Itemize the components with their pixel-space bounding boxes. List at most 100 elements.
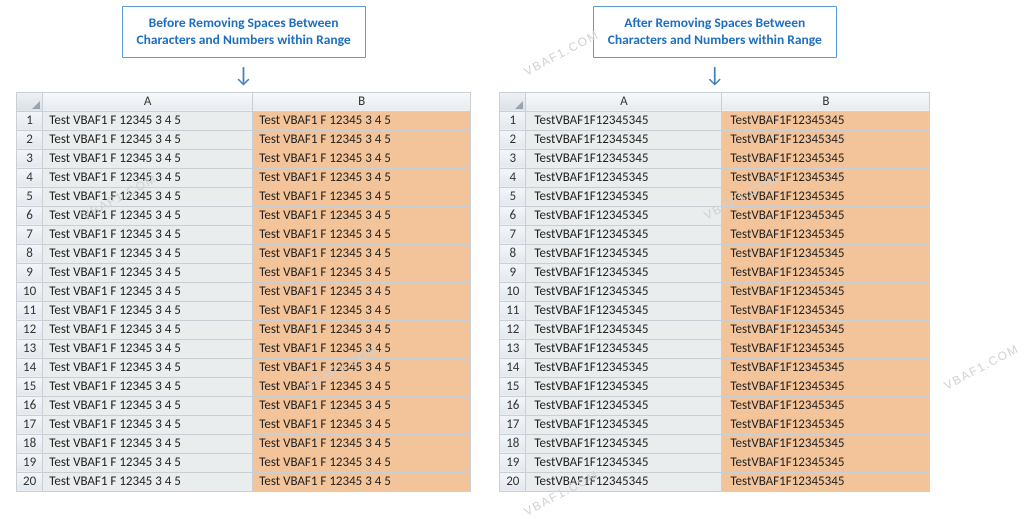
row-header[interactable]: 19 [500, 453, 526, 472]
row-header[interactable]: 15 [17, 377, 43, 396]
before-col-a-header[interactable]: A [43, 92, 253, 111]
right-cell-a[interactable]: TestVBAF1F12345345 [526, 358, 722, 377]
left-cell-b[interactable]: Test VBAF1 F 12345 3 4 5 [253, 472, 471, 491]
right-cell-b[interactable]: TestVBAF1F12345345 [722, 111, 930, 130]
left-cell-a[interactable]: Test VBAF1 F 12345 3 4 5 [43, 396, 253, 415]
select-all-corner[interactable] [500, 92, 526, 111]
left-cell-b[interactable]: Test VBAF1 F 12345 3 4 5 [253, 415, 471, 434]
row-header[interactable]: 10 [17, 282, 43, 301]
row-header[interactable]: 12 [17, 320, 43, 339]
row-header[interactable]: 5 [500, 187, 526, 206]
row-header[interactable]: 2 [500, 130, 526, 149]
left-cell-a[interactable]: Test VBAF1 F 12345 3 4 5 [43, 282, 253, 301]
left-cell-a[interactable]: Test VBAF1 F 12345 3 4 5 [43, 339, 253, 358]
row-header[interactable]: 20 [500, 472, 526, 491]
row-header[interactable]: 18 [17, 434, 43, 453]
row-header[interactable]: 11 [17, 301, 43, 320]
right-cell-a[interactable]: TestVBAF1F12345345 [526, 434, 722, 453]
left-cell-b[interactable]: Test VBAF1 F 12345 3 4 5 [253, 301, 471, 320]
left-cell-b[interactable]: Test VBAF1 F 12345 3 4 5 [253, 168, 471, 187]
left-cell-b[interactable]: Test VBAF1 F 12345 3 4 5 [253, 339, 471, 358]
row-header[interactable]: 17 [17, 415, 43, 434]
left-cell-b[interactable]: Test VBAF1 F 12345 3 4 5 [253, 434, 471, 453]
left-cell-b[interactable]: Test VBAF1 F 12345 3 4 5 [253, 377, 471, 396]
left-cell-b[interactable]: Test VBAF1 F 12345 3 4 5 [253, 187, 471, 206]
row-header[interactable]: 14 [500, 358, 526, 377]
before-col-b-header[interactable]: B [253, 92, 471, 111]
row-header[interactable]: 15 [500, 377, 526, 396]
left-cell-b[interactable]: Test VBAF1 F 12345 3 4 5 [253, 225, 471, 244]
right-cell-b[interactable]: TestVBAF1F12345345 [722, 225, 930, 244]
left-cell-b[interactable]: Test VBAF1 F 12345 3 4 5 [253, 358, 471, 377]
row-header[interactable]: 4 [17, 168, 43, 187]
row-header[interactable]: 11 [500, 301, 526, 320]
row-header[interactable]: 7 [500, 225, 526, 244]
right-cell-b[interactable]: TestVBAF1F12345345 [722, 301, 930, 320]
right-cell-b[interactable]: TestVBAF1F12345345 [722, 187, 930, 206]
right-cell-a[interactable]: TestVBAF1F12345345 [526, 130, 722, 149]
right-cell-a[interactable]: TestVBAF1F12345345 [526, 301, 722, 320]
left-cell-a[interactable]: Test VBAF1 F 12345 3 4 5 [43, 168, 253, 187]
right-cell-a[interactable]: TestVBAF1F12345345 [526, 244, 722, 263]
row-header[interactable]: 12 [500, 320, 526, 339]
right-cell-a[interactable]: TestVBAF1F12345345 [526, 149, 722, 168]
row-header[interactable]: 20 [17, 472, 43, 491]
left-cell-a[interactable]: Test VBAF1 F 12345 3 4 5 [43, 377, 253, 396]
right-cell-b[interactable]: TestVBAF1F12345345 [722, 206, 930, 225]
row-header[interactable]: 6 [17, 206, 43, 225]
row-header[interactable]: 14 [17, 358, 43, 377]
row-header[interactable]: 18 [500, 434, 526, 453]
right-cell-b[interactable]: TestVBAF1F12345345 [722, 149, 930, 168]
left-cell-a[interactable]: Test VBAF1 F 12345 3 4 5 [43, 320, 253, 339]
row-header[interactable]: 6 [500, 206, 526, 225]
row-header[interactable]: 16 [500, 396, 526, 415]
select-all-corner[interactable] [17, 92, 43, 111]
left-cell-b[interactable]: Test VBAF1 F 12345 3 4 5 [253, 263, 471, 282]
right-cell-b[interactable]: TestVBAF1F12345345 [722, 396, 930, 415]
right-cell-b[interactable]: TestVBAF1F12345345 [722, 168, 930, 187]
right-cell-b[interactable]: TestVBAF1F12345345 [722, 358, 930, 377]
right-cell-a[interactable]: TestVBAF1F12345345 [526, 225, 722, 244]
left-cell-a[interactable]: Test VBAF1 F 12345 3 4 5 [43, 149, 253, 168]
row-header[interactable]: 13 [500, 339, 526, 358]
left-cell-a[interactable]: Test VBAF1 F 12345 3 4 5 [43, 358, 253, 377]
right-cell-a[interactable]: TestVBAF1F12345345 [526, 263, 722, 282]
left-cell-a[interactable]: Test VBAF1 F 12345 3 4 5 [43, 453, 253, 472]
row-header[interactable]: 10 [500, 282, 526, 301]
right-cell-a[interactable]: TestVBAF1F12345345 [526, 377, 722, 396]
right-cell-b[interactable]: TestVBAF1F12345345 [722, 339, 930, 358]
right-cell-b[interactable]: TestVBAF1F12345345 [722, 320, 930, 339]
right-cell-a[interactable]: TestVBAF1F12345345 [526, 339, 722, 358]
row-header[interactable]: 3 [500, 149, 526, 168]
right-cell-a[interactable]: TestVBAF1F12345345 [526, 187, 722, 206]
left-cell-b[interactable]: Test VBAF1 F 12345 3 4 5 [253, 244, 471, 263]
left-cell-b[interactable]: Test VBAF1 F 12345 3 4 5 [253, 396, 471, 415]
row-header[interactable]: 16 [17, 396, 43, 415]
row-header[interactable]: 9 [17, 263, 43, 282]
right-cell-a[interactable]: TestVBAF1F12345345 [526, 282, 722, 301]
row-header[interactable]: 7 [17, 225, 43, 244]
right-cell-b[interactable]: TestVBAF1F12345345 [722, 263, 930, 282]
left-cell-b[interactable]: Test VBAF1 F 12345 3 4 5 [253, 111, 471, 130]
row-header[interactable]: 17 [500, 415, 526, 434]
after-col-b-header[interactable]: B [722, 92, 930, 111]
right-cell-b[interactable]: TestVBAF1F12345345 [722, 282, 930, 301]
left-cell-b[interactable]: Test VBAF1 F 12345 3 4 5 [253, 282, 471, 301]
left-cell-b[interactable]: Test VBAF1 F 12345 3 4 5 [253, 206, 471, 225]
row-header[interactable]: 8 [500, 244, 526, 263]
left-cell-a[interactable]: Test VBAF1 F 12345 3 4 5 [43, 301, 253, 320]
right-cell-b[interactable]: TestVBAF1F12345345 [722, 377, 930, 396]
right-cell-b[interactable]: TestVBAF1F12345345 [722, 453, 930, 472]
row-header[interactable]: 19 [17, 453, 43, 472]
left-cell-a[interactable]: Test VBAF1 F 12345 3 4 5 [43, 244, 253, 263]
right-cell-a[interactable]: TestVBAF1F12345345 [526, 396, 722, 415]
left-cell-a[interactable]: Test VBAF1 F 12345 3 4 5 [43, 206, 253, 225]
right-cell-a[interactable]: TestVBAF1F12345345 [526, 453, 722, 472]
left-cell-a[interactable]: Test VBAF1 F 12345 3 4 5 [43, 263, 253, 282]
row-header[interactable]: 3 [17, 149, 43, 168]
left-cell-a[interactable]: Test VBAF1 F 12345 3 4 5 [43, 415, 253, 434]
right-cell-a[interactable]: TestVBAF1F12345345 [526, 168, 722, 187]
left-cell-b[interactable]: Test VBAF1 F 12345 3 4 5 [253, 130, 471, 149]
after-col-a-header[interactable]: A [526, 92, 722, 111]
right-cell-a[interactable]: TestVBAF1F12345345 [526, 320, 722, 339]
